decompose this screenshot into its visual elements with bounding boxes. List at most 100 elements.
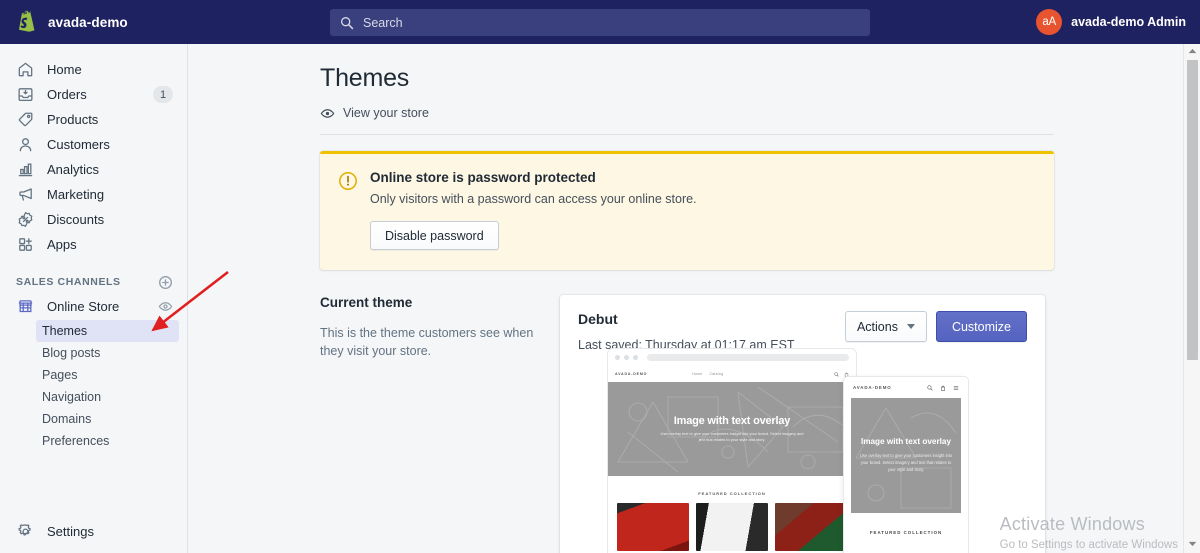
customize-button[interactable]: Customize	[935, 311, 1027, 342]
sidebar-subitem-label: Themes	[42, 324, 88, 338]
current-theme-section: Current theme This is the theme customer…	[320, 295, 1054, 553]
sidebar-item-label: Settings	[47, 524, 94, 539]
sidebar-item-home[interactable]: Home	[6, 57, 181, 82]
scroll-up-arrow-icon[interactable]	[1184, 44, 1200, 58]
store-brand[interactable]: avada-demo	[0, 10, 188, 34]
browser-chrome	[608, 349, 856, 366]
sidebar-item-label: Customers	[47, 137, 110, 152]
search-icon	[340, 16, 354, 30]
watermark-title: Activate Windows	[999, 514, 1145, 534]
sidebar-item-analytics[interactable]: Analytics	[6, 157, 181, 182]
sidebar-item-label: Analytics	[47, 162, 100, 177]
sidebar-item-navigation[interactable]: Navigation	[36, 386, 179, 408]
mobile-preview-featured-label: FEATURED COLLECTION	[869, 530, 943, 535]
scroll-down-arrow-icon[interactable]	[1184, 537, 1200, 551]
shopping-bag-icon	[941, 385, 945, 391]
preview-nav-links: Home Catalog	[692, 372, 723, 376]
storefront-icon	[16, 297, 35, 316]
megaphone-icon	[16, 185, 35, 204]
shopify-bag-icon	[16, 10, 38, 34]
preview-product-grid	[608, 496, 856, 551]
home-icon	[16, 60, 35, 79]
sidebar-item-marketing[interactable]: Marketing	[6, 182, 181, 207]
current-theme-heading: Current theme	[320, 295, 413, 310]
sidebar-item-settings[interactable]: Settings	[0, 518, 188, 545]
sidebar-item-label: Orders	[47, 87, 87, 102]
hamburger-menu-icon	[953, 385, 959, 390]
plus-circle-icon[interactable]	[158, 275, 173, 290]
current-theme-description: This is the theme customers see when the…	[320, 326, 534, 359]
mobile-preview-hero-title: Image with text overlay	[860, 436, 952, 446]
browser-dot	[615, 355, 620, 360]
page-scrollbar[interactable]	[1183, 44, 1200, 553]
preview-hero-title: Image with text overlay	[673, 414, 791, 427]
sidebar-subitem-label: Preferences	[42, 434, 110, 448]
sidebar-nav-list: Home Orders 1 Products Customers Analyti…	[0, 44, 187, 257]
preview-product-thumb	[775, 503, 847, 551]
sidebar-item-label: Home	[47, 62, 82, 77]
theme-card-header: Debut Last saved: Thursday at 01:17 am E…	[578, 311, 1027, 352]
chevron-down-icon	[906, 324, 915, 329]
scrollbar-thumb[interactable]	[1187, 60, 1198, 360]
avatar: aA	[1036, 9, 1063, 35]
sidebar-subitem-label: Domains	[42, 412, 92, 426]
sidebar-item-pages[interactable]: Pages	[36, 364, 179, 386]
browser-dot	[633, 355, 638, 360]
search-icon	[927, 384, 933, 391]
actions-button[interactable]: Actions	[844, 311, 927, 342]
theme-preview[interactable]: AVADA-DEMO Home Catalog Image with text …	[608, 349, 1028, 553]
sidebar-subitem-label: Pages	[42, 368, 78, 382]
sidebar-item-preferences[interactable]: Preferences	[36, 430, 179, 452]
sidebar-item-orders[interactable]: Orders 1	[6, 82, 181, 107]
top-bar: avada-demo Search aA avada-demo Admin	[0, 0, 1200, 44]
sidebar-item-label: Discounts	[47, 212, 105, 227]
sidebar-item-apps[interactable]: Apps	[6, 232, 181, 257]
sidebar-item-label: Marketing	[47, 187, 105, 202]
store-name-label: avada-demo	[48, 14, 128, 30]
tag-icon	[16, 110, 35, 129]
banner-title: Online store is password protected	[370, 170, 596, 185]
mobile-preview-icons	[927, 384, 959, 391]
preview-store-logo: AVADA-DEMO	[615, 372, 648, 376]
preview-nav-link: Catalog	[709, 372, 724, 376]
view-your-store-link[interactable]: View your store	[320, 106, 1183, 120]
orders-inbox-icon	[16, 85, 35, 104]
mobile-preview: AVADA-DEMO Image with text overlay Use o…	[844, 377, 968, 553]
view-your-store-label: View your store	[343, 106, 429, 120]
preview-product-thumb	[696, 503, 768, 551]
password-protected-banner: Online store is password protected Only …	[320, 151, 1054, 270]
sidebar-item-customers[interactable]: Customers	[6, 132, 181, 157]
page-header: Themes View your store	[189, 44, 1183, 120]
preview-hero-subtitle: Use overlay text to give your customers …	[660, 430, 804, 442]
warning-exclamation-icon	[338, 171, 358, 191]
mobile-preview-nav: AVADA-DEMO	[844, 377, 968, 398]
search-input[interactable]: Search	[330, 9, 870, 36]
banner-description: Only visitors with a password can access…	[370, 192, 697, 206]
sidebar-item-label: Apps	[47, 237, 77, 252]
sales-channels-title: SALES CHANNELS	[16, 276, 121, 288]
banner-content: Online store is password protected Only …	[370, 170, 697, 250]
gear-icon	[16, 522, 35, 541]
discount-percent-icon	[16, 210, 35, 229]
header-divider	[320, 134, 1054, 135]
browser-dot	[624, 355, 629, 360]
sidebar-item-blog-posts[interactable]: Blog posts	[36, 342, 179, 364]
preview-store-nav: AVADA-DEMO Home Catalog	[608, 366, 856, 382]
sidebar-item-discounts[interactable]: Discounts	[6, 207, 181, 232]
bar-chart-icon	[16, 160, 35, 179]
preview-product-thumb	[617, 503, 689, 551]
theme-name: Debut	[578, 311, 618, 327]
sidebar-item-themes[interactable]: Themes	[36, 320, 179, 342]
sidebar-item-products[interactable]: Products	[6, 107, 181, 132]
watermark-subtitle: Go to Settings to activate Windows	[999, 539, 1178, 551]
eye-icon[interactable]	[158, 300, 173, 313]
mobile-preview-hero: Image with text overlay Use overlay text…	[851, 398, 961, 513]
sidebar-subitem-label: Navigation	[42, 390, 102, 404]
disable-password-button[interactable]: Disable password	[370, 221, 499, 250]
shopify-admin-window: avada-demo Search aA avada-demo Admin Ho…	[0, 0, 1200, 553]
windows-activation-watermark: Activate Windows Go to Settings to activ…	[1000, 514, 1178, 551]
sidebar-item-online-store[interactable]: Online Store	[0, 293, 187, 320]
sidebar-item-domains[interactable]: Domains	[36, 408, 179, 430]
user-menu[interactable]: aA avada-demo Admin	[1036, 0, 1186, 44]
